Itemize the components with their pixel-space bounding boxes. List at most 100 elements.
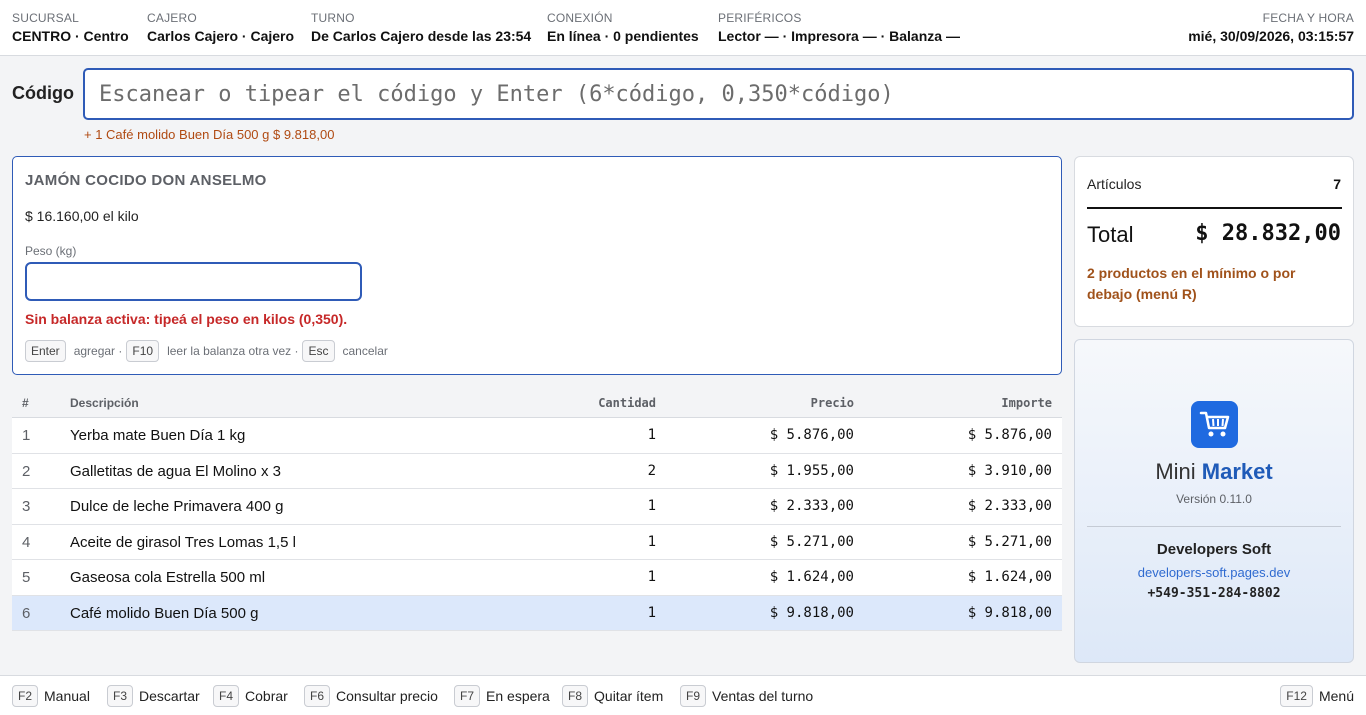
app-version: Versión 0.11.0 bbox=[1176, 492, 1252, 506]
row-price: $ 1.624,00 bbox=[769, 569, 854, 585]
shortcut-ventas-turno[interactable]: F9 Ventas del turno bbox=[680, 685, 813, 707]
row-price: $ 5.271,00 bbox=[769, 533, 854, 550]
row-num: 6 bbox=[22, 604, 31, 622]
table-row[interactable]: 2 Galletitas de agua El Molino x 3 2 $ 1… bbox=[12, 453, 1062, 489]
header-qty: Cantidad bbox=[598, 396, 656, 410]
scale-error-message: Sin balanza activa: tipeá el peso en kil… bbox=[25, 311, 348, 327]
conexion-label: CONEXIÓN bbox=[547, 11, 613, 25]
status-header: SUCURSAL CENTRO · Centro CAJERO Carlos C… bbox=[0, 0, 1366, 56]
conexion-value: En línea · 0 pendientes bbox=[547, 28, 699, 44]
shortcut-key: F3 bbox=[107, 685, 134, 707]
row-num: 5 bbox=[22, 569, 31, 586]
shortcut-key: F2 bbox=[12, 685, 39, 707]
table-row[interactable]: 1 Yerba mate Buen Día 1 kg 1 $ 5.876,00 … bbox=[12, 418, 1062, 454]
perifericos-value: Lector — · Impresora — · Balanza — bbox=[718, 28, 960, 44]
code-label: Código bbox=[12, 83, 74, 103]
row-desc: Yerba mate Buen Día 1 kg bbox=[70, 427, 246, 444]
shortcut-quitar-item[interactable]: F8 Quitar ítem bbox=[562, 685, 663, 707]
shortcut-consultar-precio[interactable]: F6 Consultar precio bbox=[304, 685, 438, 707]
weighed-product-name: JAMÓN COCIDO DON ANSELMO bbox=[25, 172, 267, 189]
shortcut-label: Cobrar bbox=[245, 688, 288, 704]
last-added-message: + 1 Café molido Buen Día 500 g $ 9.818,0… bbox=[84, 127, 335, 142]
row-price: $ 1.955,00 bbox=[769, 462, 854, 479]
f10-key-hint[interactable]: F10 bbox=[126, 340, 160, 362]
header-sucursal: SUCURSAL CENTRO · Centro bbox=[12, 11, 129, 44]
table-row[interactable]: 5 Gaseosa cola Estrella 500 ml 1 $ 1.624… bbox=[12, 560, 1062, 596]
row-desc: Aceite de girasol Tres Lomas 1,5 l bbox=[70, 533, 296, 551]
weight-label: Peso (kg) bbox=[25, 244, 77, 258]
shortcut-key: F6 bbox=[304, 685, 331, 707]
turno-label: TURNO bbox=[311, 11, 355, 25]
shortcut-cobrar[interactable]: F4 Cobrar bbox=[213, 685, 288, 707]
shortcut-manual[interactable]: F2 Manual bbox=[12, 685, 90, 707]
row-qty: 1 bbox=[647, 604, 656, 621]
row-imp: $ 2.333,00 bbox=[967, 498, 1052, 514]
brand-card: Mini Market Versión 0.11.0 Developers So… bbox=[1074, 339, 1354, 663]
app-name: Mini Market bbox=[1075, 459, 1353, 485]
row-imp: $ 5.271,00 bbox=[967, 533, 1052, 550]
header-cajero: CAJERO Carlos Cajero · Cajero bbox=[147, 11, 294, 44]
enter-key-hint[interactable]: Enter bbox=[25, 340, 66, 362]
row-price: $ 9.818,00 bbox=[769, 604, 854, 621]
company-name: Developers Soft bbox=[1156, 541, 1272, 558]
cajero-value: Carlos Cajero · Cajero bbox=[147, 28, 295, 44]
header-perifericos: PERIFÉRICOS Lector — · Impresora — · Bal… bbox=[718, 11, 960, 44]
shortcut-menu[interactable]: F12 Menú bbox=[1280, 685, 1354, 707]
row-imp: $ 5.876,00 bbox=[967, 427, 1052, 443]
row-qty: 2 bbox=[647, 462, 656, 479]
perifericos-label: PERIFÉRICOS bbox=[718, 11, 802, 25]
company-phone: +549-351-284-8802 bbox=[1147, 586, 1281, 601]
shortcut-key: F8 bbox=[562, 685, 589, 707]
table-row[interactable]: 3 Dulce de leche Primavera 400 g 1 $ 2.3… bbox=[12, 489, 1062, 525]
code-input[interactable] bbox=[83, 68, 1354, 120]
total-label: Total bbox=[1087, 222, 1134, 247]
weight-hints: Enter agregar · F10 leer la balanza otra… bbox=[25, 340, 392, 362]
esc-hint-text: cancelar bbox=[342, 344, 388, 358]
row-qty: 1 bbox=[647, 427, 656, 443]
shortcut-label: Manual bbox=[44, 688, 90, 704]
turno-value: De Carlos Cajero desde las 23:54 bbox=[311, 28, 532, 44]
esc-key-hint[interactable]: Esc bbox=[302, 340, 335, 362]
header-num: # bbox=[22, 396, 29, 410]
shortcut-label: Consultar precio bbox=[336, 688, 438, 704]
row-imp: $ 9.818,00 bbox=[967, 604, 1052, 621]
header-desc: Descripción bbox=[70, 396, 139, 410]
row-desc: Dulce de leche Primavera 400 g bbox=[70, 498, 284, 515]
shortcut-descartar[interactable]: F3 Descartar bbox=[107, 685, 200, 707]
fecha-label: FECHA Y HORA bbox=[1262, 11, 1354, 25]
shortcut-en-espera[interactable]: F7 En espera bbox=[454, 685, 550, 707]
shortcut-label: Descartar bbox=[139, 688, 200, 704]
shortcut-key: F12 bbox=[1280, 685, 1313, 707]
shortcut-key: F4 bbox=[213, 685, 240, 707]
summary-divider bbox=[1087, 207, 1342, 209]
row-imp: $ 3.910,00 bbox=[967, 462, 1052, 479]
weight-input[interactable] bbox=[25, 262, 362, 301]
shopping-cart-icon bbox=[1191, 401, 1238, 448]
header-price: Precio bbox=[810, 396, 854, 410]
row-price: $ 2.333,00 bbox=[769, 498, 854, 514]
weighed-product-price: $ 16.160,00 el kilo bbox=[25, 208, 139, 224]
row-desc: Gaseosa cola Estrella 500 ml bbox=[70, 569, 266, 586]
items-table: # Descripción Cantidad Precio Importe 1 … bbox=[12, 388, 1062, 631]
weight-panel: JAMÓN COCIDO DON ANSELMO $ 16.160,00 el … bbox=[12, 156, 1062, 375]
articulos-label: Artículos bbox=[1087, 176, 1142, 192]
row-num: 3 bbox=[22, 498, 31, 515]
enter-hint-text: agregar · bbox=[73, 344, 123, 358]
row-num: 4 bbox=[22, 533, 31, 551]
table-row-selected[interactable]: 6 Café molido Buen Día 500 g 1 $ 9.818,0… bbox=[12, 595, 1062, 631]
row-desc: Galletitas de agua El Molino x 3 bbox=[70, 462, 281, 480]
table-row[interactable]: 4 Aceite de girasol Tres Lomas 1,5 l 1 $… bbox=[12, 524, 1062, 560]
row-num: 2 bbox=[22, 462, 31, 480]
shortcut-label: Ventas del turno bbox=[712, 688, 814, 704]
fecha-value: mié, 30/09/2026, 03:15:57 bbox=[1188, 28, 1354, 44]
cajero-label: CAJERO bbox=[147, 11, 197, 25]
row-qty: 1 bbox=[647, 498, 656, 514]
company-url-link[interactable]: developers-soft.pages.dev bbox=[1075, 565, 1353, 580]
table-header: # Descripción Cantidad Precio Importe bbox=[12, 388, 1062, 418]
shortcut-key: F7 bbox=[454, 685, 481, 707]
header-fecha: FECHA Y HORA mié, 30/09/2026, 03:15:57 bbox=[1188, 11, 1354, 44]
header-imp: Importe bbox=[1001, 396, 1052, 410]
shortcut-label: Menú bbox=[1318, 688, 1354, 704]
sucursal-value: CENTRO · Centro bbox=[12, 28, 129, 44]
sucursal-label: SUCURSAL bbox=[12, 11, 79, 25]
